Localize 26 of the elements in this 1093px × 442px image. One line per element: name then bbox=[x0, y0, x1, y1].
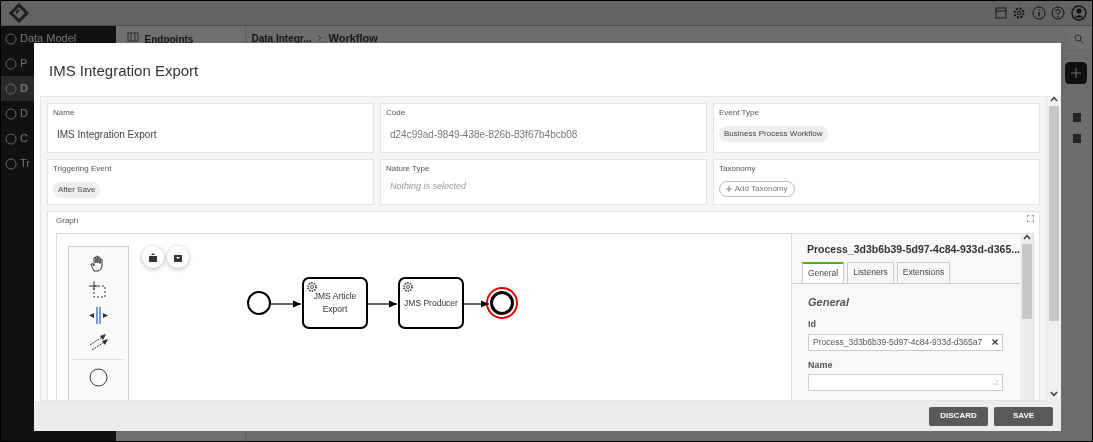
field-label: Nature Type bbox=[386, 163, 431, 175]
field-label: Name bbox=[53, 107, 76, 119]
field-label: Id bbox=[807, 318, 817, 331]
sidebar-label: D bbox=[20, 81, 28, 97]
task-label: JMS Producer bbox=[403, 296, 459, 310]
field-label: Graph bbox=[56, 215, 79, 227]
sidebar-label: Tr bbox=[20, 156, 30, 172]
modal-title: IMS Integration Export bbox=[48, 61, 200, 81]
field-label: Triggering Event bbox=[53, 163, 113, 175]
section-heading: General bbox=[807, 294, 851, 310]
properties-title: Process_3d3b6b39-5d97-4c84-933d-d365... bbox=[806, 242, 1020, 257]
task-label: JMS Article Export bbox=[312, 290, 358, 316]
field-label: Event Type bbox=[719, 107, 760, 119]
sidebar-label: Data Model bbox=[20, 31, 77, 47]
field-value: d24c99ad-9849-438e-826b-83f67b4bcb08 bbox=[389, 128, 579, 142]
tag-chip: Business Process Workflow bbox=[719, 126, 828, 142]
field-label: Name bbox=[807, 358, 834, 372]
tag-chip: After Save bbox=[53, 182, 101, 198]
field-label: Code bbox=[386, 107, 407, 119]
sidebar-label: C bbox=[20, 131, 28, 147]
panel-title: Endpoints bbox=[144, 32, 194, 47]
field-label: Taxonomy bbox=[719, 163, 757, 175]
field-value: Process_3d3b6b39-5d97-4c84-933d-d365a7 bbox=[813, 335, 984, 349]
sidebar-label: D bbox=[20, 106, 28, 122]
breadcrumb-item: Workflow bbox=[328, 30, 378, 46]
sidebar-label: P bbox=[20, 56, 28, 72]
